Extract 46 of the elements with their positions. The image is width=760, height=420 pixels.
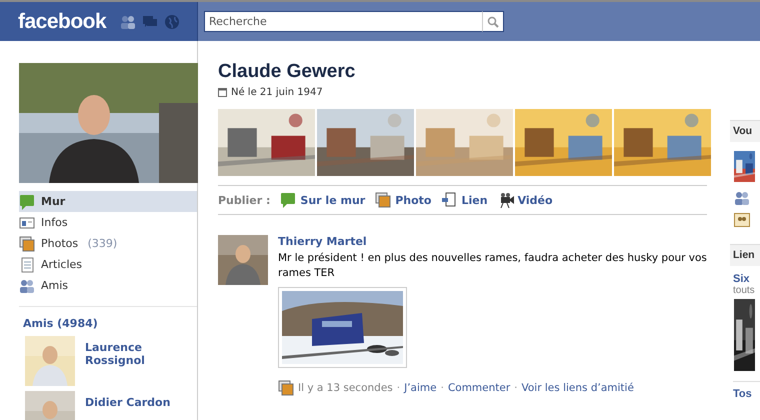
speech-bubble-icon — [280, 192, 296, 208]
sidebar-item[interactable]: Infos — [19, 212, 197, 233]
speech-bubble-icon — [19, 194, 35, 210]
post-action-link[interactable]: Voir les liens d’amitié — [522, 382, 634, 394]
link-source: touts — [733, 285, 756, 296]
sidebar-item[interactable]: Articles — [19, 254, 197, 275]
photos-icon — [278, 380, 294, 396]
search-button[interactable] — [482, 11, 504, 32]
sidebar-item[interactable]: Photos (339) — [19, 233, 197, 254]
photos-icon — [19, 236, 35, 252]
profile-name: Claude Gewerc — [218, 61, 356, 83]
sidebar-item[interactable]: Mur — [19, 191, 197, 212]
sidebar-item[interactable]: Amis — [19, 275, 197, 296]
separator-dot: · — [514, 382, 518, 394]
post-text: Mr le président ! en plus des nouvelles rames, faudra acheter des husky pour vos rames TER — [278, 251, 707, 281]
friends-heading[interactable]: Amis (4984) — [23, 317, 197, 330]
birth-date: Né le 21 juin 1947 — [231, 87, 323, 98]
post-action-link[interactable]: Commenter — [448, 382, 510, 394]
link-icon — [441, 192, 458, 208]
friend-requests-icon — [120, 14, 136, 30]
separator-dot: · — [396, 382, 400, 394]
publish-label: Publier : — [218, 194, 270, 206]
post-time: Il y a 13 secondes — [298, 382, 393, 394]
separator-dot: · — [440, 382, 444, 394]
people-card-icon — [734, 213, 750, 227]
friend-name[interactable]: Laurence Rossignol — [85, 336, 175, 386]
friend-name[interactable]: Didier Cardon — [85, 391, 175, 420]
box-header: Vou — [730, 120, 760, 142]
post-action-link[interactable]: J’aime — [404, 382, 437, 394]
people-icon — [19, 278, 35, 294]
publish-action[interactable]: Vidéo — [498, 192, 553, 208]
post-author[interactable]: Thierry Martel — [278, 235, 707, 248]
link-title[interactable]: Six — [733, 273, 760, 285]
search-icon — [487, 16, 499, 28]
calendar-icon — [218, 88, 227, 97]
people-icon — [734, 190, 750, 206]
box-header: Lien — [730, 244, 760, 266]
publish-action[interactable]: Lien — [441, 192, 488, 208]
search-field[interactable]: Recherche — [204, 11, 482, 32]
publish-action[interactable]: Photo — [375, 192, 432, 208]
id-card-icon — [19, 214, 35, 230]
publish-action[interactable]: Sur le mur — [280, 192, 366, 208]
notes-icon — [19, 256, 35, 272]
video-camera-icon — [498, 192, 514, 208]
link-title[interactable]: Tos — [733, 381, 760, 400]
photos-icon — [375, 192, 392, 208]
